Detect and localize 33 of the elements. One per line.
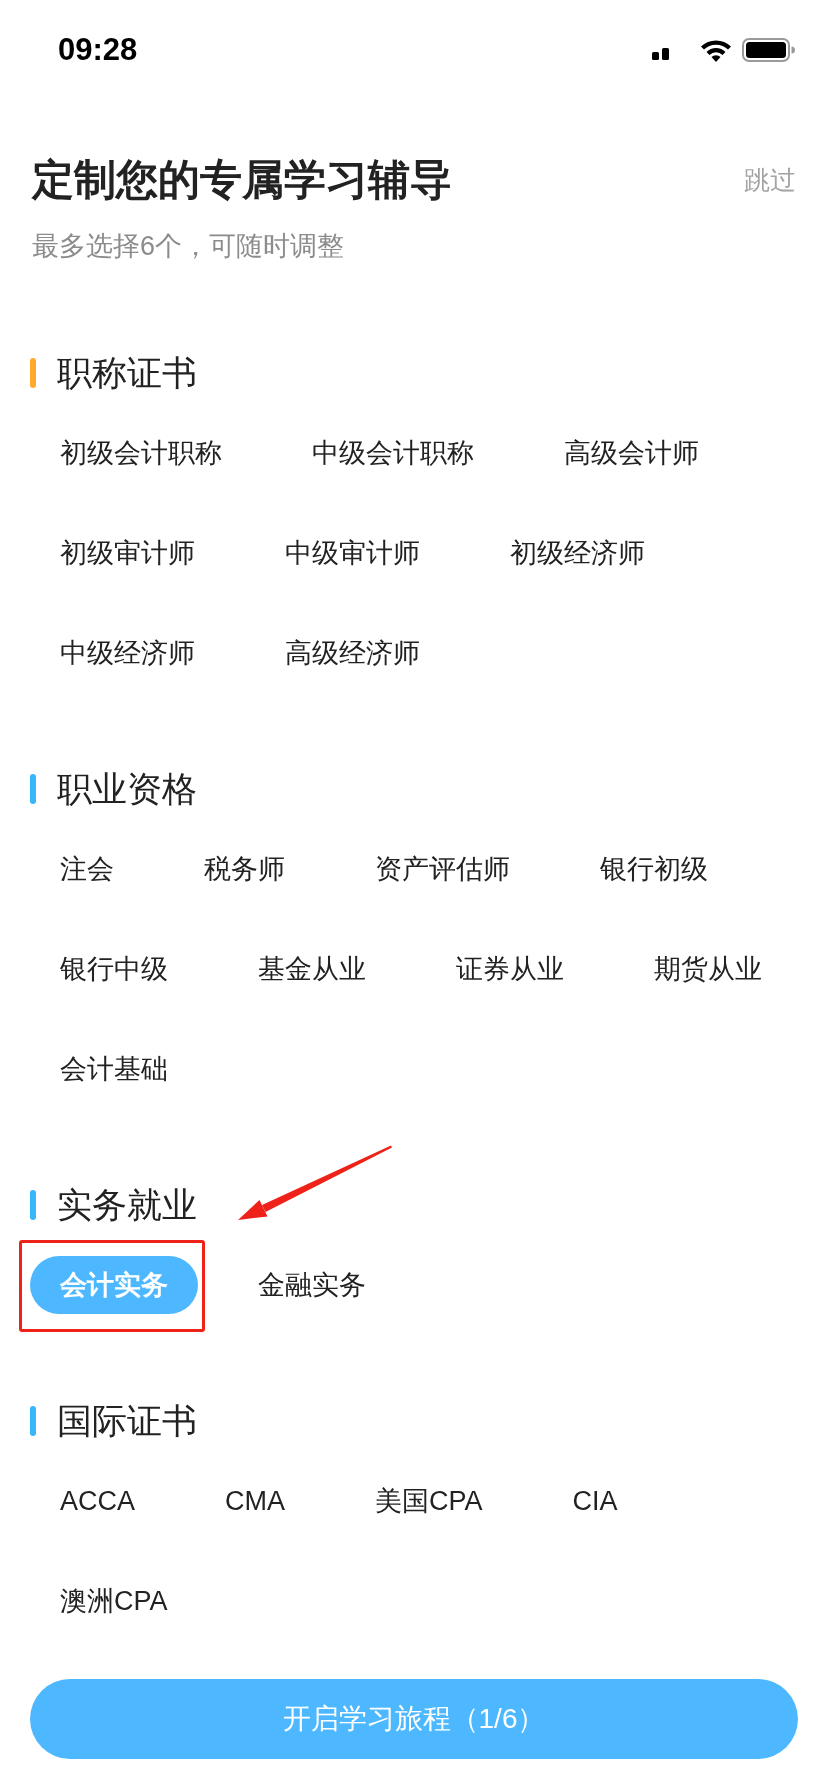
option-chip[interactable]: 证券从业 <box>426 940 594 998</box>
option-chip[interactable]: 初级会计职称 <box>30 424 252 482</box>
option-chip[interactable]: ACCA <box>30 1472 165 1530</box>
status-time: 09:28 <box>58 32 138 68</box>
option-chip[interactable]: 初级经济师 <box>480 524 675 582</box>
wifi-icon <box>700 38 732 62</box>
option-chip[interactable]: 中级会计职称 <box>282 424 504 482</box>
option-chip[interactable]: 银行初级 <box>570 840 738 898</box>
option-chip[interactable]: 中级审计师 <box>255 524 450 582</box>
option-chip[interactable]: 银行中级 <box>30 940 198 998</box>
option-chip[interactable]: 基金从业 <box>228 940 396 998</box>
option-chip[interactable]: 高级经济师 <box>255 624 450 682</box>
option-chip[interactable]: 会计基础 <box>30 1040 198 1098</box>
section-title: 职称证书 <box>57 352 197 394</box>
option-chip[interactable]: 金融实务 <box>228 1256 396 1314</box>
signal-icon <box>652 46 670 60</box>
battery-icon <box>742 38 795 62</box>
section-title: 实务就业 <box>57 1184 197 1226</box>
option-chip[interactable]: 注会 <box>30 840 144 898</box>
page-title: 定制您的专属学习辅导 <box>32 155 452 205</box>
option-chip[interactable]: 美国CPA <box>345 1472 513 1530</box>
option-chip[interactable]: 澳洲CPA <box>30 1572 198 1630</box>
option-chip[interactable]: 高级会计师 <box>534 424 729 482</box>
option-chip[interactable]: 中级经济师 <box>30 624 225 682</box>
option-chip[interactable]: CMA <box>195 1472 315 1530</box>
subtitle-text: 最多选择6个，可随时调整 <box>32 230 346 263</box>
section-title: 国际证书 <box>57 1400 197 1442</box>
option-chip[interactable]: 期货从业 <box>624 940 792 998</box>
section-title: 职业资格 <box>57 768 197 810</box>
option-chip[interactable]: 初级审计师 <box>30 524 225 582</box>
option-chip[interactable]: 税务师 <box>174 840 315 898</box>
option-chip[interactable]: CIA <box>542 1472 648 1530</box>
option-chip[interactable]: 资产评估师 <box>345 840 540 898</box>
